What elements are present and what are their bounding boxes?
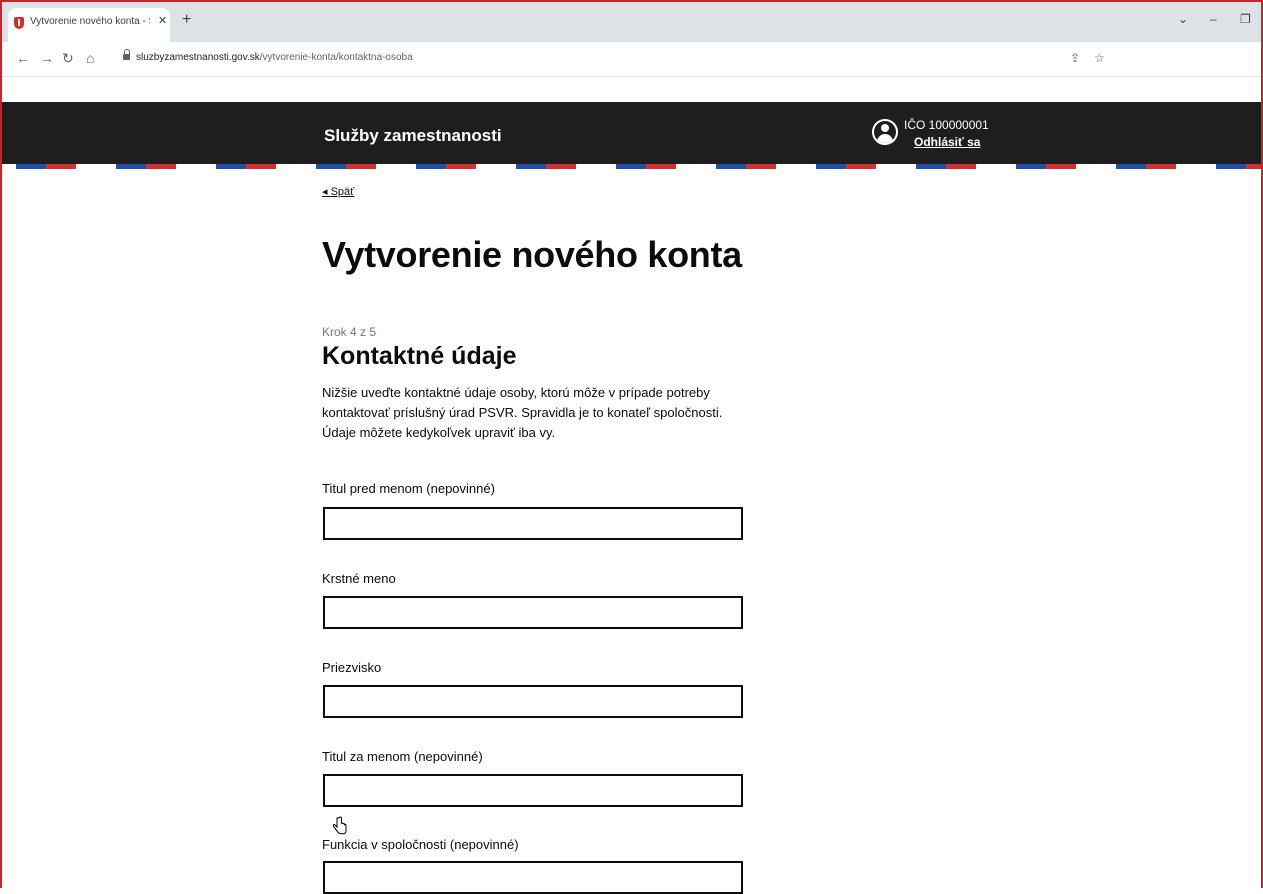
back-link-label: Späť <box>330 186 355 198</box>
title-after-label: Titul za menom (nepovinné) <box>322 749 483 764</box>
first-name-input[interactable] <box>323 596 743 629</box>
tab-search-icon[interactable]: ⌄ <box>1178 12 1188 26</box>
company-role-label: Funkcia v spoločnosti (nepovinné) <box>322 837 519 852</box>
page-title: Vytvorenie nového konta <box>322 234 742 275</box>
step-indicator: Krok 4 z 5 <box>322 325 377 339</box>
title-before-input[interactable] <box>323 507 743 540</box>
tab-title: Vytvorenie nového konta - Služb <box>30 16 150 27</box>
site-title[interactable]: Služby zamestnanosti <box>324 126 502 146</box>
user-avatar-icon <box>872 119 898 145</box>
tab-close-icon[interactable]: ✕ <box>158 14 167 27</box>
logout-link[interactable]: Odhlásiť sa <box>914 135 980 149</box>
url-path: /vytvorenie-konta/kontaktna-osoba <box>259 52 413 63</box>
window-border-left <box>0 0 2 888</box>
star-icon[interactable]: ☆ <box>1094 51 1105 65</box>
last-name-input[interactable] <box>323 685 743 718</box>
title-before-label: Titul pred menom (nepovinné) <box>322 481 495 496</box>
minimize-icon[interactable]: – <box>1210 12 1217 26</box>
address-bar[interactable]: sluzbyzamestnanosti.gov.sk/vytvorenie-ko… <box>136 52 413 63</box>
hand-cursor-icon <box>333 816 347 835</box>
intro-text: Nižšie uveďte kontaktné údaje osoby, kto… <box>322 385 723 440</box>
share-icon[interactable]: ⇪ <box>1070 51 1080 65</box>
site-favicon-icon <box>14 17 24 29</box>
last-name-label: Priezvisko <box>322 660 382 675</box>
back-caret-icon: ◂ <box>322 186 331 198</box>
browser-toolbar: ← → ↻ ⌂ sluzbyzamestnanosti.gov.sk/vytvo… <box>2 42 1261 77</box>
section-title: Kontaktné údaje <box>322 342 517 370</box>
header-stripe <box>2 164 1261 169</box>
reload-icon[interactable]: ↻ <box>62 50 74 67</box>
title-after-input[interactable] <box>323 774 743 807</box>
restore-icon[interactable]: ❐ <box>1240 12 1251 26</box>
first-name-label: Krstné meno <box>322 571 396 586</box>
forward-icon[interactable]: → <box>40 50 54 66</box>
company-role-input[interactable] <box>323 861 743 894</box>
tab-strip: Vytvorenie nového konta - Služb ✕ + ⌄ – … <box>2 2 1261 42</box>
company-ico: IČO 100000001 <box>904 118 989 132</box>
url-domain: sluzbyzamestnanosti.gov.sk <box>136 52 260 63</box>
back-link[interactable]: ◂ Späť <box>322 185 354 198</box>
new-tab-button[interactable]: + <box>182 12 191 28</box>
browser-tab[interactable]: Vytvorenie nového konta - Služb ✕ <box>8 8 170 42</box>
home-icon[interactable]: ⌂ <box>86 50 94 66</box>
back-icon[interactable]: ← <box>16 50 30 66</box>
site-header: Služby zamestnanosti IČO 100000001 Odhlá… <box>2 102 1261 164</box>
lock-icon[interactable] <box>123 49 130 62</box>
